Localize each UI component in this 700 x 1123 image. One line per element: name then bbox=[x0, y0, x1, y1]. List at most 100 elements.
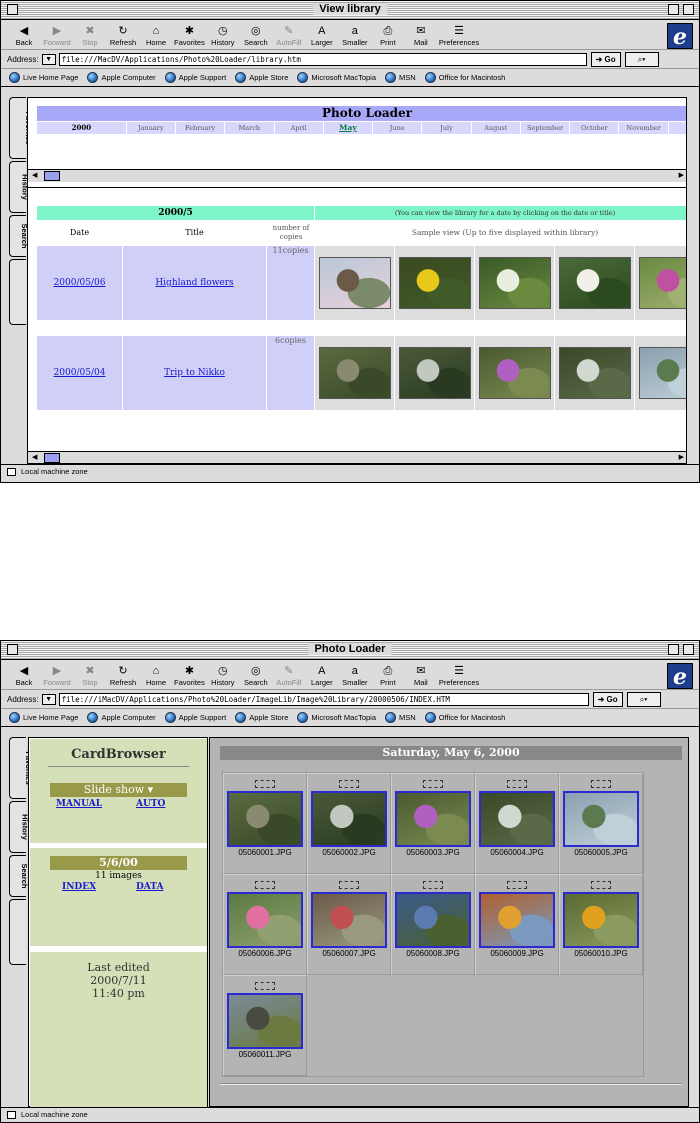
select-checkbox[interactable] bbox=[339, 780, 359, 788]
scroll-left-icon[interactable]: ◀ bbox=[32, 171, 37, 179]
toolbar-button-smaller[interactable]: a Smaller bbox=[340, 665, 370, 687]
date-link[interactable]: 2000/05/06 bbox=[54, 278, 106, 288]
go-button[interactable]: ➜ Go bbox=[592, 691, 623, 707]
tab-favorites[interactable]: Favorites bbox=[9, 97, 33, 159]
scroll-right-icon[interactable]: ▶ bbox=[679, 171, 684, 179]
month-september[interactable]: September bbox=[519, 122, 569, 134]
sample-photo[interactable] bbox=[318, 257, 391, 309]
select-checkbox[interactable] bbox=[423, 780, 443, 788]
month-april[interactable]: April bbox=[273, 122, 323, 134]
month-de[interactable]: De bbox=[667, 122, 686, 134]
toolbar-button-refresh[interactable]: ↻ Refresh bbox=[108, 25, 138, 47]
toolbar-button-larger[interactable]: A Larger bbox=[307, 25, 337, 47]
thumbnail-image[interactable] bbox=[481, 793, 553, 845]
sample-photo[interactable] bbox=[398, 347, 471, 399]
select-checkbox[interactable] bbox=[255, 982, 275, 990]
thumbnail-image[interactable] bbox=[229, 793, 301, 845]
toolbar-button-autofill[interactable]: ✎ AutoFill bbox=[274, 665, 304, 687]
month-february[interactable]: February bbox=[174, 122, 224, 134]
month-july[interactable]: July bbox=[421, 122, 470, 134]
title-bar[interactable]: Photo Loader bbox=[1, 641, 699, 660]
favorite-link[interactable]: Apple Computer bbox=[87, 72, 156, 83]
favorite-link[interactable]: Microsoft MacTopia bbox=[297, 712, 376, 723]
date-link[interactable]: 2000/05/04 bbox=[54, 368, 106, 378]
favorite-link[interactable]: MSN bbox=[385, 72, 416, 83]
thumbnail-image[interactable] bbox=[229, 894, 301, 946]
thumbnail-image[interactable] bbox=[313, 793, 385, 845]
sample-photo[interactable] bbox=[558, 347, 631, 399]
month-march[interactable]: March bbox=[224, 122, 273, 134]
toolbar-button-home[interactable]: ⌂ Home bbox=[141, 665, 171, 687]
thumbnail-image[interactable] bbox=[565, 894, 637, 946]
select-checkbox[interactable] bbox=[339, 881, 359, 889]
select-checkbox[interactable] bbox=[255, 881, 275, 889]
sample-photo[interactable] bbox=[478, 347, 551, 399]
scroll-right-icon[interactable]: ▶ bbox=[679, 453, 684, 461]
favorite-link[interactable]: Apple Computer bbox=[87, 712, 156, 723]
toolbar-button-forward[interactable]: ▶ Forward bbox=[42, 25, 72, 47]
favorite-link[interactable]: Microsoft MacTopia bbox=[297, 72, 376, 83]
horizontal-scrollbar[interactable]: ◀ ▶ bbox=[28, 169, 686, 182]
toolbar-button-forward[interactable]: ▶ Forward bbox=[42, 665, 72, 687]
favorite-link[interactable]: Live Home Page bbox=[9, 72, 78, 83]
toolbar-button-history[interactable]: ◷ History bbox=[208, 25, 238, 47]
tab-favorites[interactable]: Favorites bbox=[9, 737, 33, 799]
sample-photo[interactable] bbox=[638, 347, 686, 399]
collapse-box[interactable] bbox=[683, 644, 694, 655]
select-checkbox[interactable] bbox=[591, 881, 611, 889]
sample-photo[interactable] bbox=[478, 257, 551, 309]
select-checkbox[interactable] bbox=[591, 780, 611, 788]
sample-photo[interactable] bbox=[558, 257, 631, 309]
tab-search[interactable]: Search bbox=[9, 215, 29, 257]
title-bar[interactable]: View library bbox=[1, 1, 699, 20]
toolbar-button-smaller[interactable]: a Smaller bbox=[340, 25, 370, 47]
sample-photo[interactable] bbox=[638, 257, 686, 309]
select-checkbox[interactable] bbox=[507, 780, 527, 788]
address-dropdown-icon[interactable]: ▼ bbox=[41, 693, 56, 705]
thumbnail-image[interactable] bbox=[481, 894, 553, 946]
favorite-link[interactable]: Apple Support bbox=[164, 72, 226, 83]
zoom-box[interactable] bbox=[668, 4, 679, 15]
toolbar-button-search[interactable]: ◎ Search bbox=[241, 25, 271, 47]
address-dropdown-icon[interactable]: ▼ bbox=[41, 53, 56, 65]
thumbnail-image[interactable] bbox=[397, 793, 469, 845]
toolbar-button-favorites[interactable]: ✱ Favorites bbox=[174, 25, 205, 47]
favorite-link[interactable]: Live Home Page bbox=[9, 712, 78, 723]
zoom-box[interactable] bbox=[668, 644, 679, 655]
thumbnail-image[interactable] bbox=[313, 894, 385, 946]
tab-page-holder[interactable]: Page Holder bbox=[9, 259, 38, 325]
toolbar-button-mail[interactable]: ✉ Mail bbox=[406, 25, 436, 47]
slideshow-button[interactable]: Slide show ▾ bbox=[50, 783, 187, 797]
favorite-link[interactable]: Office for Macintosh bbox=[424, 712, 505, 723]
month-november[interactable]: November bbox=[618, 122, 667, 134]
favorite-link[interactable]: Apple Store bbox=[235, 712, 288, 723]
toolbar-button-favorites[interactable]: ✱ Favorites bbox=[174, 665, 205, 687]
toolbar-button-mail[interactable]: ✉ Mail bbox=[406, 665, 436, 687]
toolbar-button-print[interactable]: ⎙ Print bbox=[373, 25, 403, 47]
select-checkbox[interactable] bbox=[423, 881, 443, 889]
close-box[interactable] bbox=[7, 644, 18, 655]
favorite-link[interactable]: Office for Macintosh bbox=[424, 72, 505, 83]
tab-history[interactable]: History bbox=[9, 161, 29, 213]
toolbar-button-stop[interactable]: ✖ Stop bbox=[75, 665, 105, 687]
toolbar-button-preferences[interactable]: ☰ Preferences bbox=[439, 25, 479, 47]
address-field[interactable]: file:///MacDV/Applications/Photo%20Loade… bbox=[58, 52, 587, 66]
title-link[interactable]: Highland flowers bbox=[155, 278, 233, 288]
thumbnail-image[interactable] bbox=[565, 793, 637, 845]
title-link[interactable]: Trip to Nikko bbox=[164, 368, 225, 378]
sample-photo[interactable] bbox=[398, 257, 471, 309]
search-options-icon[interactable]: ⌕▾ bbox=[626, 691, 661, 707]
auto-link[interactable]: AUTO bbox=[136, 799, 165, 809]
favorite-link[interactable]: Apple Store bbox=[235, 72, 288, 83]
favorite-link[interactable]: MSN bbox=[385, 712, 416, 723]
month-june[interactable]: June bbox=[372, 122, 421, 134]
close-box[interactable] bbox=[7, 4, 18, 15]
toolbar-button-stop[interactable]: ✖ Stop bbox=[75, 25, 105, 47]
month-may[interactable]: May bbox=[322, 122, 372, 134]
toolbar-button-home[interactable]: ⌂ Home bbox=[141, 25, 171, 47]
toolbar-button-search[interactable]: ◎ Search bbox=[241, 665, 271, 687]
thumbnail-image[interactable] bbox=[229, 995, 301, 1047]
index-link[interactable]: INDEX bbox=[62, 882, 96, 892]
scroll-thumb[interactable] bbox=[44, 171, 60, 181]
horizontal-scrollbar[interactable]: ◀ ▶ bbox=[28, 451, 686, 463]
